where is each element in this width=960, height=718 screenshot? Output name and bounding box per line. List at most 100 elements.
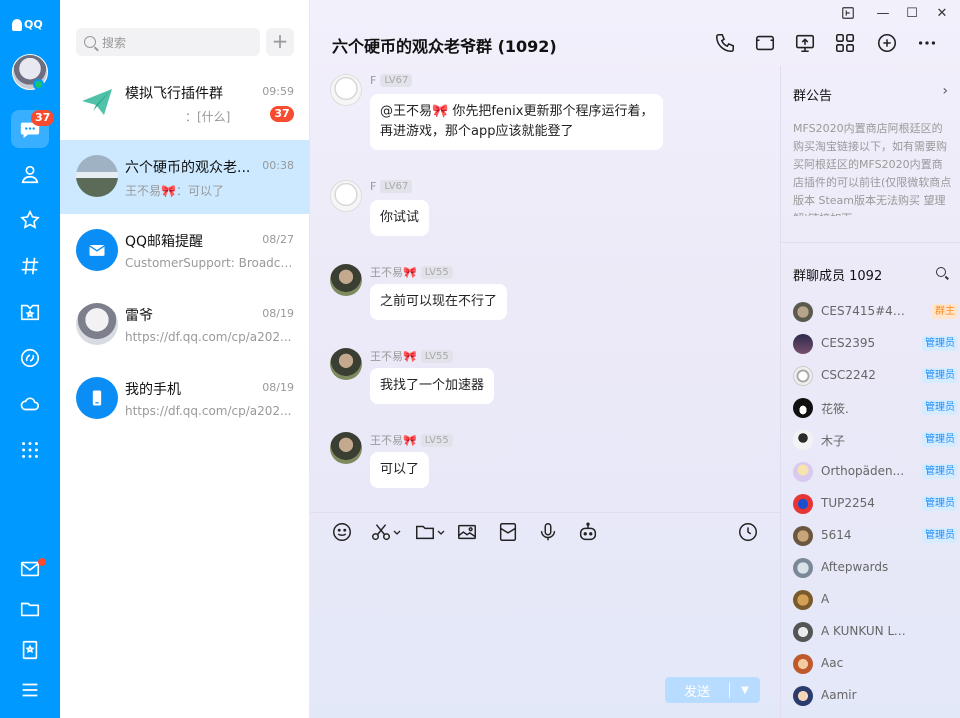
sender-name: F (370, 74, 377, 87)
chevron-right-icon[interactable]: › (942, 83, 948, 99)
member-item[interactable]: 5614 管理员 (793, 524, 958, 548)
bookmarks-nav-button[interactable] (11, 631, 49, 669)
voice-call-icon[interactable] (714, 32, 736, 54)
video-call-icon[interactable] (754, 32, 776, 54)
member-avatar (793, 686, 813, 706)
pin-window-icon[interactable] (840, 6, 856, 22)
screenshot-scissors-icon[interactable] (370, 521, 392, 543)
sender-avatar[interactable] (330, 180, 362, 212)
microphone-icon[interactable] (537, 521, 559, 543)
member-item[interactable]: Aftерwards (793, 556, 958, 580)
conversation-item-selected[interactable]: 六个硬币的观众老... 00:38 王不易🎀：可以了 (60, 140, 310, 214)
member-avatar (793, 430, 813, 450)
add-button[interactable]: + (266, 28, 294, 56)
hash-icon (21, 257, 39, 275)
level-badge: LV67 (380, 180, 413, 193)
search-input[interactable]: 搜索 (76, 28, 260, 56)
folder-icon[interactable] (414, 521, 436, 543)
members-title: 群聊成员 1092 (793, 269, 883, 284)
member-item[interactable]: 木子 管理员 (793, 428, 958, 452)
favorites-nav-button[interactable] (11, 201, 49, 239)
message-bubble[interactable]: 可以了 (370, 452, 430, 488)
send-options-chevron-icon[interactable]: ▼ (730, 685, 760, 696)
close-window-icon[interactable]: ✕ (934, 6, 950, 22)
minimize-window-icon[interactable]: — (875, 6, 891, 22)
member-item[interactable]: CSC2242 管理员 (793, 364, 958, 388)
contacts-nav-button[interactable] (11, 155, 49, 193)
conversation-name: 雷爷 (125, 308, 153, 324)
history-clock-icon[interactable] (737, 521, 759, 543)
member-item[interactable]: CES7415#4670 群主 (793, 300, 958, 324)
red-packet-icon[interactable] (497, 521, 519, 543)
member-name: CES7415#4670 (821, 304, 909, 318)
message-list: F LV67 @王不易🎀 你先把fenix更新那个程序运行着， 再进游戏，那个a… (310, 66, 780, 511)
admin-badge: 管理员 (922, 528, 958, 543)
input-toolbar (310, 512, 780, 552)
member-item[interactable]: Aamir (793, 684, 958, 708)
conversation-time: 09:59 (262, 85, 294, 98)
panel-divider (781, 242, 960, 243)
left-nav-rail: QQ 37 (0, 0, 60, 718)
admin-badge: 管理员 (922, 432, 958, 447)
member-item[interactable]: CES2395 管理员 (793, 332, 958, 356)
mail-nav-button[interactable] (11, 550, 49, 588)
main-menu-button[interactable] (11, 671, 49, 709)
member-avatar (793, 526, 813, 546)
cloud-nav-button[interactable] (11, 385, 49, 423)
member-search-icon[interactable] (936, 267, 946, 277)
admin-badge: 管理员 (922, 336, 958, 351)
phone-icon (76, 377, 118, 419)
message-bubble[interactable]: 你试试 (370, 200, 430, 236)
link-icon (20, 348, 40, 368)
qq-penguin-icon (12, 18, 22, 31)
member-avatar (793, 366, 813, 386)
conversation-preview: https://df.qq.com/cp/a202... (125, 404, 292, 418)
conversation-item[interactable]: 雷爷 08/19 https://df.qq.com/cp/a202... (60, 288, 310, 362)
apps-grid-icon[interactable] (834, 32, 856, 54)
send-button[interactable]: 发送 ▼ (665, 677, 760, 703)
message-bubble[interactable]: 之前可以现在不行了 (370, 284, 508, 320)
message-text-line: @王不易🎀 你先把fenix更新那个程序运行着， (380, 104, 654, 119)
conversation-item[interactable]: 模拟飞行插件群 09:59 ：[什么] 37 (60, 66, 310, 140)
explore-nav-button[interactable] (11, 339, 49, 377)
channels-nav-button[interactable] (11, 247, 49, 285)
member-avatar (793, 334, 813, 354)
member-item[interactable]: Orthopäden... 管理员 (793, 460, 958, 484)
member-name: 木子 (821, 434, 846, 448)
chat-header: — ☐ ✕ 六个硬币的观众老爷群 (1092) (310, 0, 960, 66)
sender-avatar[interactable] (330, 264, 362, 296)
screen-share-icon[interactable] (794, 32, 816, 54)
message-bubble[interactable]: 我找了一个加速器 (370, 368, 495, 404)
message-bubble[interactable]: @王不易🎀 你先把fenix更新那个程序运行着， 再进游戏，那个app应该就能登… (370, 94, 664, 150)
message-meta: 王不易🎀 LV55 (370, 432, 453, 448)
add-circle-icon[interactable] (876, 32, 898, 54)
sender-avatar[interactable] (330, 74, 362, 106)
chat-title: 六个硬币的观众老爷群 (1092) (332, 37, 557, 56)
sender-name: F (370, 180, 377, 193)
conversation-time: 08/19 (262, 307, 294, 320)
emoji-icon[interactable] (331, 521, 353, 543)
member-avatar (793, 558, 813, 578)
member-item[interactable]: Aac (793, 652, 958, 676)
chevron-down-icon[interactable] (436, 521, 446, 543)
conversation-time: 08/27 (262, 233, 294, 246)
conversation-item[interactable]: QQ邮箱提醒 08/27 CustomerSupport: Broadco... (60, 214, 310, 288)
games-nav-button[interactable] (11, 293, 49, 331)
member-item[interactable]: 花筱. 管理员 (793, 396, 958, 420)
announcement-body[interactable]: MFS2020内置商店阿根廷区的购买淘宝链接以下，如有需要购买阿根廷区的MFS2… (793, 120, 953, 216)
robot-icon[interactable] (577, 521, 599, 543)
group-info-panel: 群公告 › MFS2020内置商店阿根廷区的购买淘宝链接以下，如有需要购买阿根廷… (780, 66, 960, 718)
chevron-down-icon[interactable] (392, 521, 402, 543)
member-item[interactable]: A KUNKUN LOVE FLY (793, 620, 958, 644)
announcement-title[interactable]: 群公告 (793, 85, 832, 104)
more-options-icon[interactable] (916, 32, 938, 54)
files-nav-button[interactable] (11, 590, 49, 628)
conversation-item[interactable]: 我的手机 08/19 https://df.qq.com/cp/a202... (60, 362, 310, 436)
sender-avatar[interactable] (330, 432, 362, 464)
apps-nav-button[interactable] (11, 431, 49, 469)
member-item[interactable]: TUP2254 管理员 (793, 492, 958, 516)
image-icon[interactable] (456, 521, 478, 543)
member-item[interactable]: A (793, 588, 958, 612)
maximize-window-icon[interactable]: ☐ (904, 6, 920, 22)
sender-avatar[interactable] (330, 348, 362, 380)
